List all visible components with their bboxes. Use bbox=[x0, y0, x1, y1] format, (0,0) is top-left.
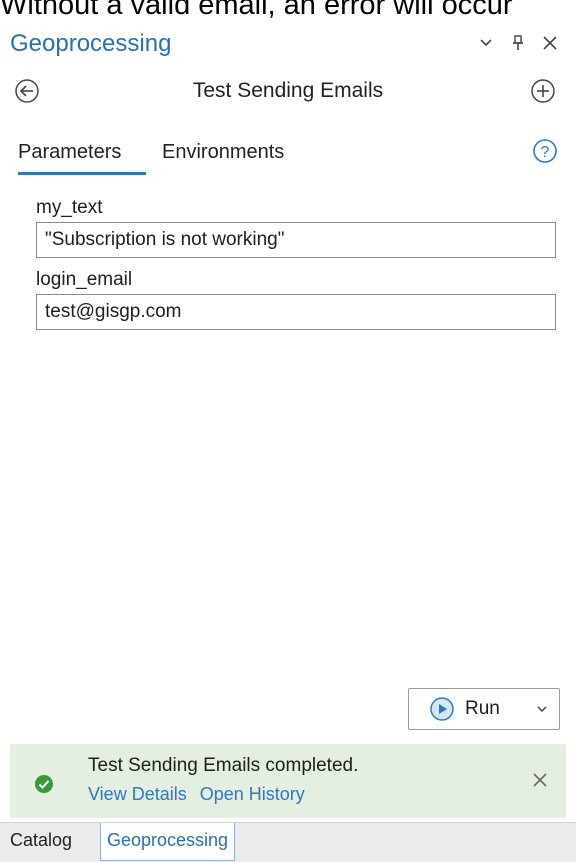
param-label: login_email bbox=[36, 269, 133, 290]
tab-parameters[interactable]: Parameters bbox=[18, 138, 121, 170]
close-icon[interactable] bbox=[538, 30, 562, 56]
caption-text: Without a valid email, an error will occ… bbox=[0, 0, 513, 21]
svg-text:?: ? bbox=[541, 144, 550, 161]
status-message: Test Sending Emails completed. bbox=[88, 755, 359, 776]
parameter-login-email: login_email bbox=[36, 268, 556, 330]
pane-title: Geoprocessing bbox=[10, 30, 172, 57]
add-circle-icon[interactable] bbox=[530, 78, 556, 104]
bottom-tab-geoprocessing[interactable]: Geoprocessing bbox=[100, 823, 236, 861]
pin-icon[interactable] bbox=[506, 30, 530, 56]
bottom-tab-catalog[interactable]: Catalog bbox=[4, 823, 78, 861]
active-tab-indicator bbox=[18, 172, 146, 175]
geoprocessing-pane: Geoprocessing Test Sending Emails Parame… bbox=[0, 22, 576, 822]
status-links: View Details Open History bbox=[88, 782, 313, 806]
status-message-bar: Test Sending Emails completed. View Deta… bbox=[10, 744, 566, 818]
pane-header: Geoprocessing bbox=[0, 22, 576, 70]
run-button[interactable]: Run bbox=[408, 688, 560, 730]
run-label: Run bbox=[465, 698, 500, 719]
open-history-link[interactable]: Open History bbox=[200, 784, 305, 804]
bottom-tab-strip: Catalog Geoprocessing bbox=[0, 822, 576, 862]
view-details-link[interactable]: View Details bbox=[88, 784, 187, 804]
chevron-down-icon[interactable] bbox=[535, 702, 549, 716]
param-label: my_text bbox=[36, 197, 103, 218]
tool-title: Test Sending Emails bbox=[192, 79, 384, 102]
tab-bar: Parameters Environments ? bbox=[18, 138, 558, 175]
tool-title-row: Test Sending Emails bbox=[0, 72, 576, 112]
close-icon[interactable] bbox=[528, 768, 552, 792]
parameter-my-text: my_text bbox=[36, 196, 556, 258]
success-check-icon bbox=[35, 775, 53, 793]
chevron-down-icon[interactable] bbox=[474, 30, 498, 56]
help-icon[interactable]: ? bbox=[532, 138, 558, 164]
tab-environments[interactable]: Environments bbox=[162, 138, 284, 170]
my-text-input[interactable] bbox=[36, 222, 556, 258]
play-circle-icon bbox=[430, 697, 454, 721]
login-email-input[interactable] bbox=[36, 294, 556, 330]
